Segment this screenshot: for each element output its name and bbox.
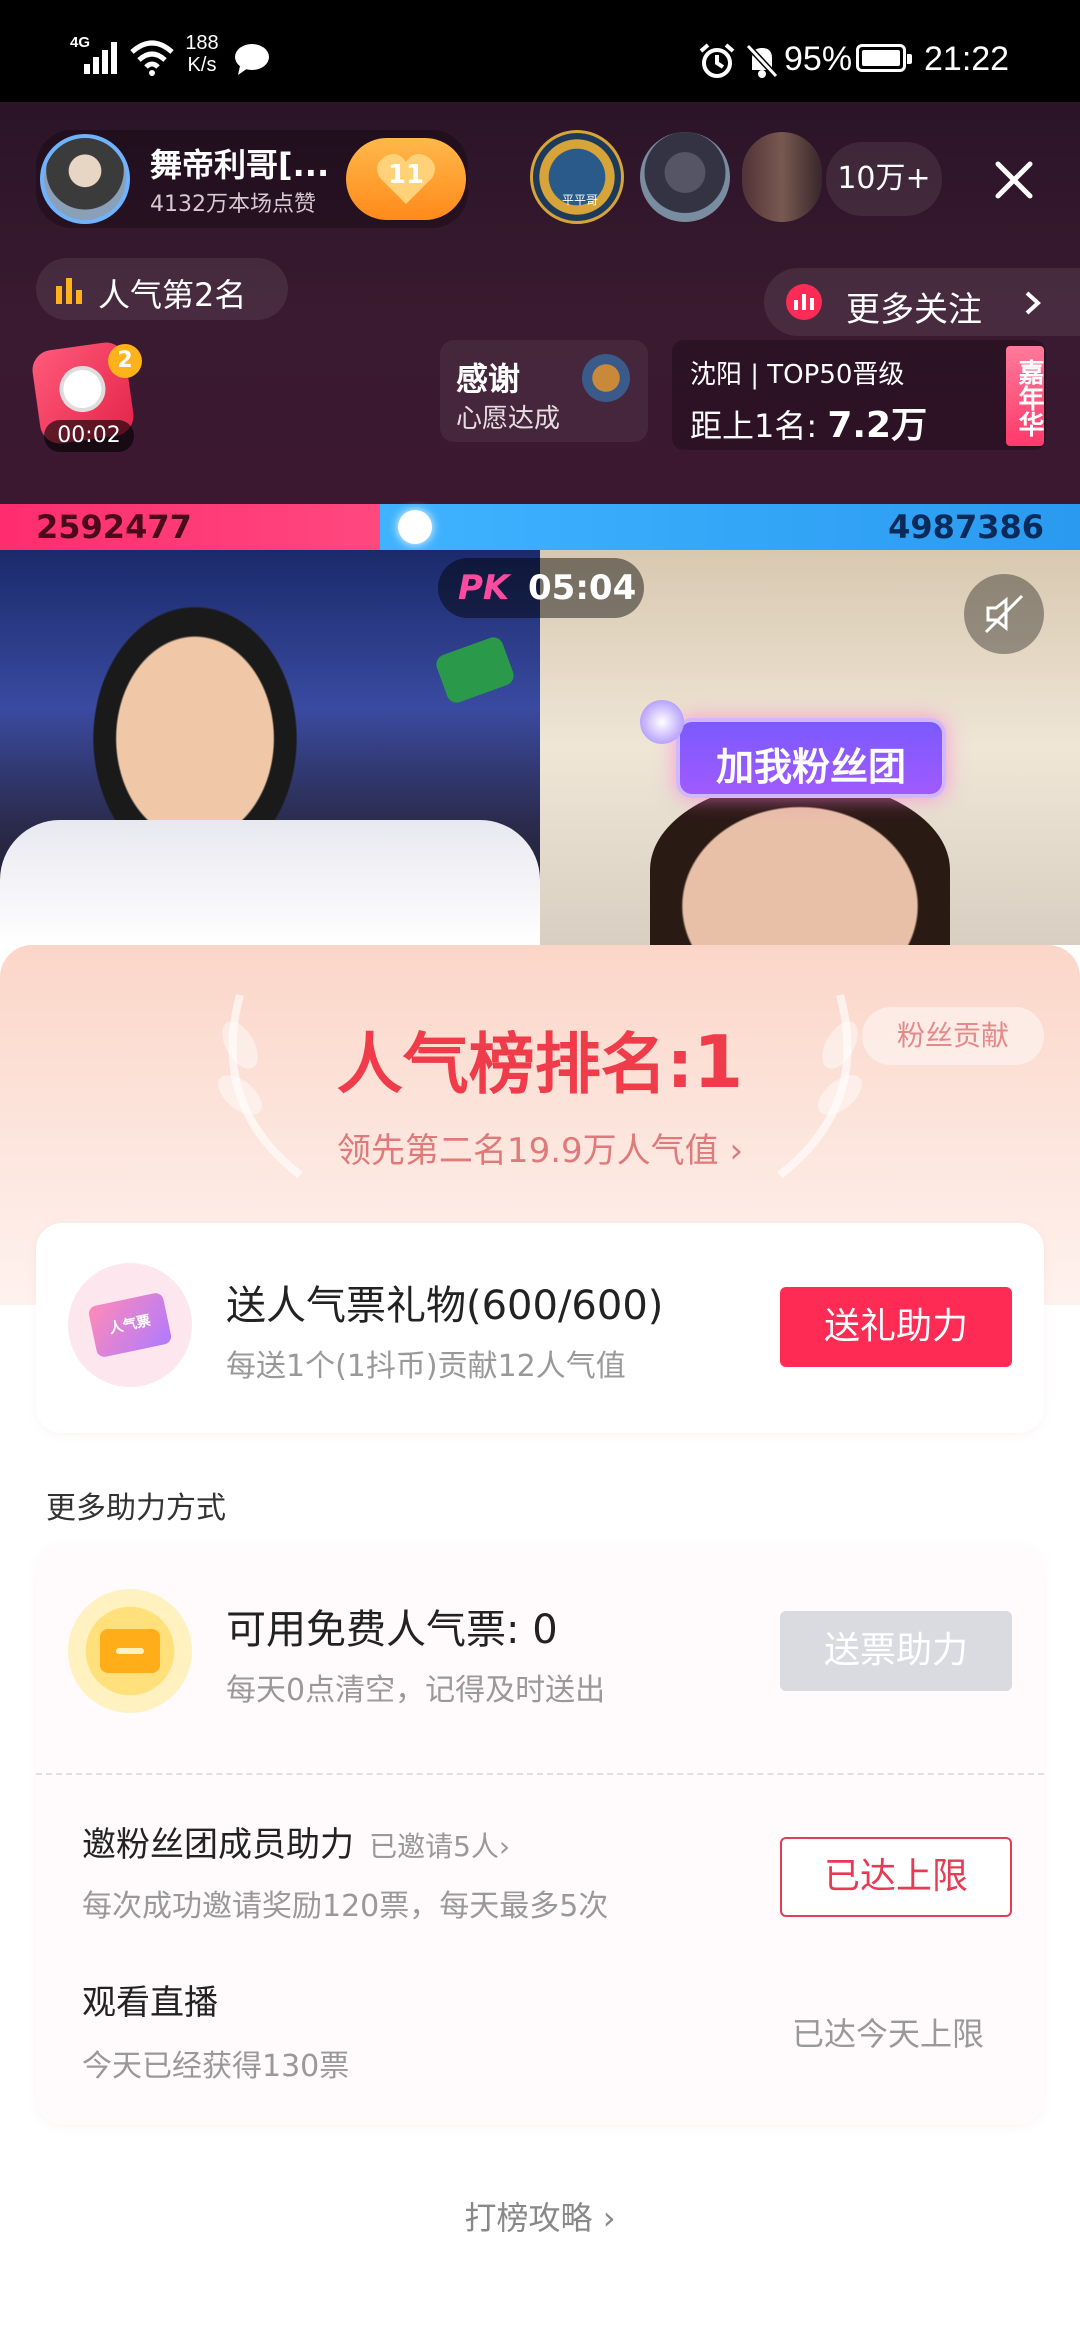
carnival-badge: 嘉年华	[1006, 346, 1044, 446]
wifi-icon	[130, 40, 174, 76]
fan-contribution-button[interactable]: 粉丝贡献	[862, 1007, 1044, 1065]
speaker-mute-icon	[984, 594, 1024, 634]
viewer-count[interactable]: 10万+	[826, 142, 942, 216]
alarm-icon	[699, 43, 735, 78]
gift-card-subtitle: 每送1个(1抖币)贡献12人气值	[226, 1349, 626, 1384]
close-icon[interactable]	[992, 158, 1036, 202]
watch-subtitle: 今天已经获得130票	[82, 2049, 350, 2084]
host-likes: 4132万本场点赞	[150, 192, 316, 217]
join-fan-group-badge[interactable]: 加我粉丝团	[676, 718, 946, 798]
invite-title-row[interactable]: 邀粉丝团成员助力 已邀请5人›	[82, 1817, 510, 1866]
pk-left-score: 2592477	[36, 508, 192, 546]
invite-limit-button[interactable]: 已达上限	[780, 1837, 1012, 1917]
thanks-avatar	[582, 354, 630, 402]
free-ticket-title: 可用免费人气票: 0	[226, 1607, 558, 1653]
message-icon	[235, 44, 269, 75]
status-bar: 4G 188 K/s 95% 21:22	[0, 0, 1080, 102]
invite-subtitle: 每次成功邀请奖励120票，每天最多5次	[82, 1889, 609, 1924]
live-header: 舞帝利哥[... 4132万本场点赞 11 平平哥 10万+ 人气第2名 更多关…	[0, 102, 1080, 504]
gift-card-title: 送人气票礼物(600/600)	[226, 1283, 664, 1329]
gift-timer: 00:02	[44, 420, 134, 452]
net-speed: 188 K/s	[185, 32, 219, 76]
popularity-rank-pill[interactable]: 人气第2名	[36, 258, 288, 320]
pk-right-score: 4987386	[888, 508, 1044, 546]
clock: 21:22	[924, 40, 1010, 78]
lead-text[interactable]: 领先第二名19.9万人气值 ›	[0, 1123, 1080, 1172]
region-rank-card[interactable]: 沈阳 | TOP50晋级 距上1名: 7.2万 嘉年华	[672, 340, 1046, 450]
rank-value: 1	[693, 1020, 744, 1104]
pk-timer: PK 05:04	[438, 558, 644, 618]
top-viewer-avatar-1[interactable]: 平平哥	[530, 130, 624, 224]
follow-fan-button[interactable]: 11	[346, 138, 466, 220]
pk-divider-glow	[398, 510, 432, 544]
signal-icon	[84, 42, 117, 74]
host-avatar[interactable]	[40, 134, 130, 224]
watch-status: 已达今天上限	[792, 2015, 985, 2053]
mute-bell-icon	[745, 43, 779, 79]
fan-level: 11	[387, 160, 425, 190]
divider	[36, 1773, 1044, 1775]
more-follow-button[interactable]: 更多关注	[764, 268, 1080, 336]
free-ticket-subtitle: 每天0点清空，记得及时送出	[226, 1673, 606, 1708]
top-viewer-avatar-2[interactable]	[640, 132, 730, 222]
bar-chart-icon	[56, 278, 82, 304]
top-viewer-avatar-3[interactable]	[742, 132, 822, 222]
free-ticket-icon	[68, 1589, 192, 1713]
send-ticket-button[interactable]: 送票助力	[780, 1611, 1012, 1691]
chevron-right-icon: ›	[592, 2199, 616, 2237]
watch	[433, 634, 517, 706]
left-host-body	[0, 820, 540, 945]
watch-title: 观看直播	[82, 1983, 218, 2023]
more-ways-card: 可用免费人气票: 0 每天0点清空，记得及时送出 送票助力 邀粉丝团成员助力 已…	[36, 1545, 1044, 2125]
battery-percent: 95%	[784, 40, 853, 78]
chevron-right-icon: ›	[498, 1830, 511, 1863]
invited-count: 已邀请5人	[369, 1830, 499, 1863]
chevron-right-icon	[1025, 291, 1041, 315]
pk-score-bar: 2592477 4987386	[0, 504, 1080, 550]
thanks-card[interactable]: 感谢 心愿达成	[440, 340, 648, 442]
chevron-right-icon: ›	[718, 1131, 744, 1171]
host-name: 舞帝利哥[...	[150, 146, 330, 184]
gift-avatar	[56, 363, 109, 416]
mute-button[interactable]	[964, 574, 1044, 654]
ticket-gift-icon: 人气票	[68, 1263, 192, 1387]
battery-icon	[856, 44, 912, 72]
gift-ticket-card: 人气票 送人气票礼物(600/600) 每送1个(1抖币)贡献12人气值 送礼助…	[36, 1223, 1044, 1433]
strategy-link[interactable]: 打榜攻略 ›	[0, 2193, 1080, 2239]
more-ways-heading: 更多助力方式	[46, 1491, 226, 1526]
popularity-sheet: 人气榜排名:1 领先第二名19.9万人气值 › 粉丝贡献 人气票 送人气票礼物(…	[0, 945, 1080, 2340]
live-dot-icon	[786, 284, 822, 320]
disco-ball-icon	[640, 700, 684, 744]
gift-count-badge: 2	[108, 344, 142, 378]
send-gift-button[interactable]: 送礼助力	[780, 1287, 1012, 1367]
right-host-face	[650, 780, 950, 945]
pk-video-area[interactable]: PK 05:04 加我粉丝团	[0, 550, 1080, 945]
invite-title: 邀粉丝团成员助力	[82, 1825, 354, 1865]
